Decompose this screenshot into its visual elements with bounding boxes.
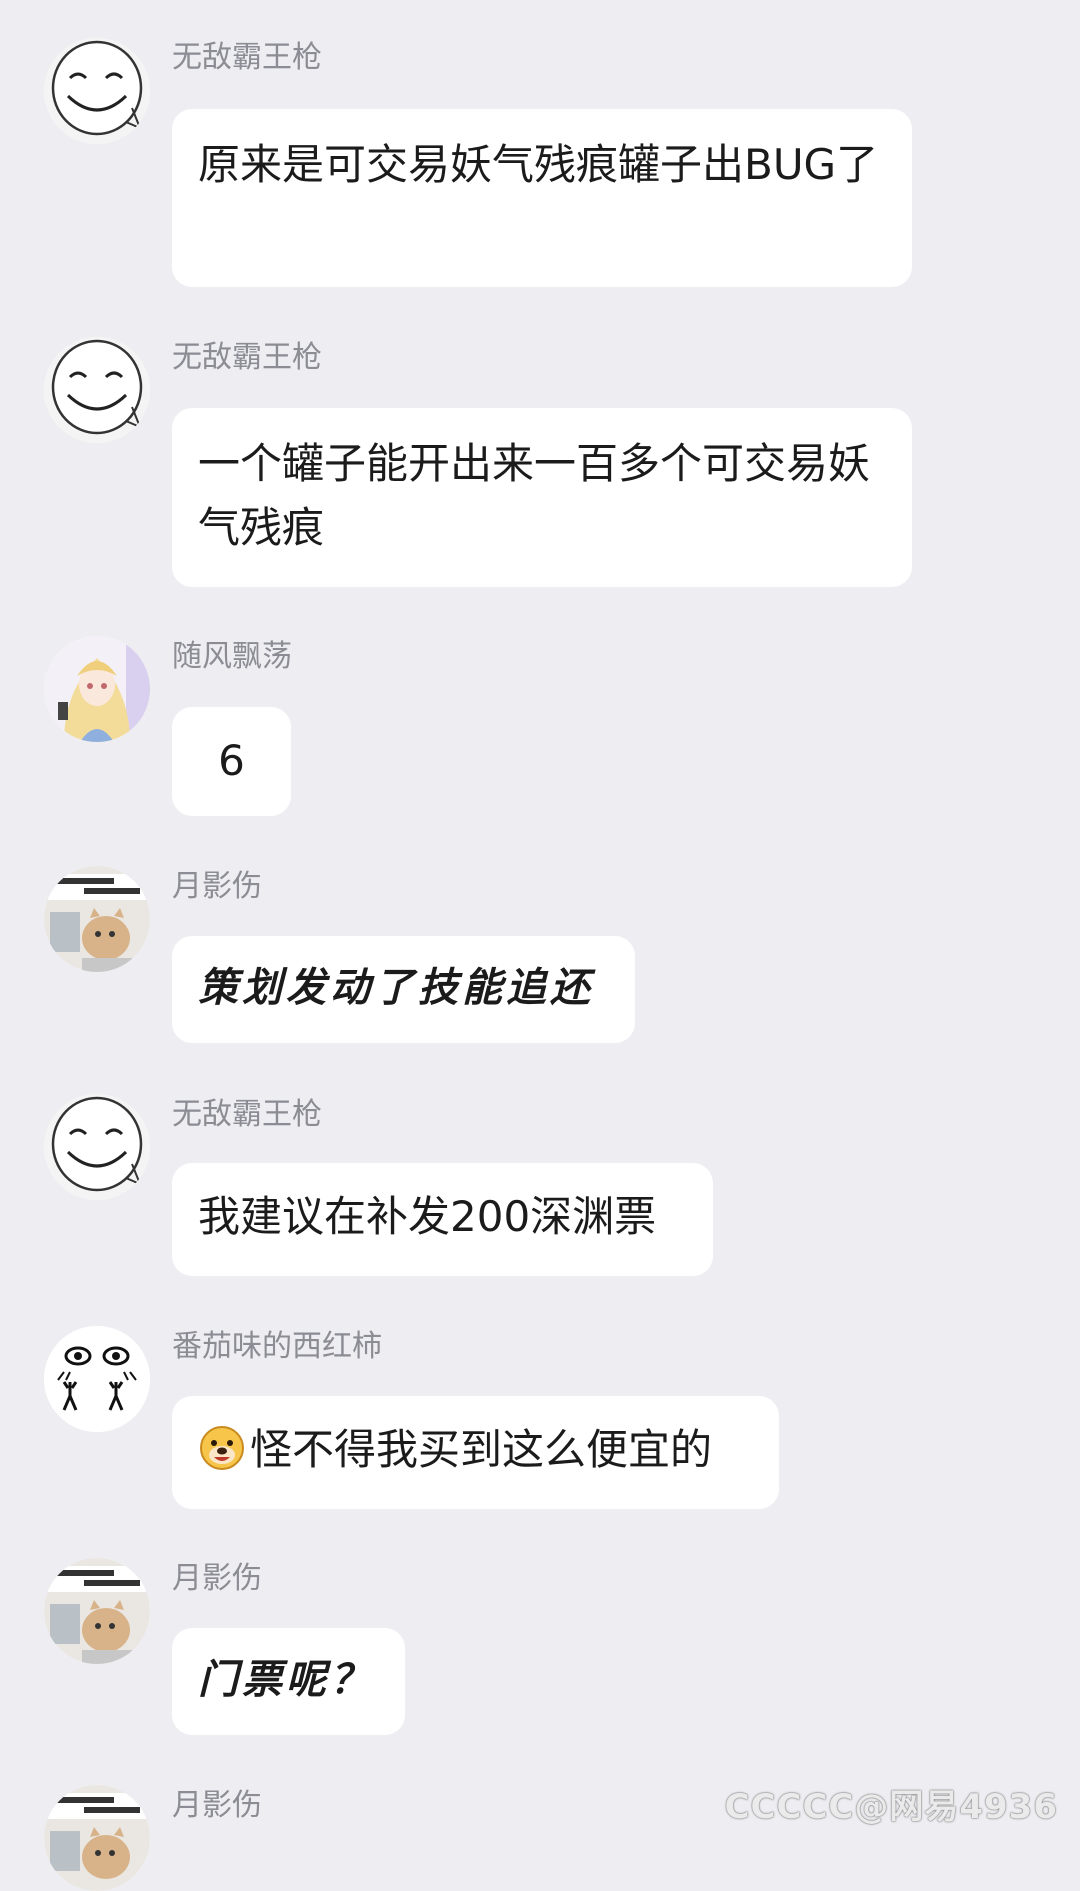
message-bubble[interactable]: 怪不得我买到这么便宜的 [172, 1396, 779, 1509]
sender-name: 月影伤 [172, 869, 262, 904]
user-avatar-cat-icon[interactable] [44, 1785, 150, 1891]
user-avatar-doodle-icon[interactable] [44, 1326, 150, 1432]
sender-name: 无敌霸王枪 [172, 1097, 322, 1132]
sender-name: 随风飘荡 [172, 639, 292, 674]
sender-name: 番茄味的西红柿 [172, 1329, 382, 1364]
sender-name: 月影伤 [172, 1788, 262, 1823]
user-avatar-cat-icon[interactable] [44, 866, 150, 972]
message-bubble[interactable]: 一个罐子能开出来一百多个可交易妖气残痕 [172, 408, 912, 587]
watermark: CCCCC@网易4936 [724, 1787, 1058, 1827]
message-bubble[interactable]: 我建议在补发200深渊票 [172, 1163, 713, 1276]
message-bubble[interactable]: 门票呢？ [172, 1628, 405, 1735]
user-avatar-cat-icon[interactable] [44, 1558, 150, 1664]
user-avatar-smiley-icon[interactable] [44, 38, 150, 144]
grinning-dog-emoji-icon [198, 1424, 246, 1472]
user-avatar-smiley-icon[interactable] [44, 1094, 150, 1200]
sender-name: 无敌霸王枪 [172, 340, 322, 375]
sender-name: 无敌霸王枪 [172, 40, 322, 75]
user-avatar-smiley-icon[interactable] [44, 337, 150, 443]
message-text: 怪不得我买到这么便宜的 [250, 1425, 713, 1474]
sender-name: 月影伤 [172, 1561, 262, 1596]
message-bubble[interactable]: 策划发动了技能追还 [172, 936, 635, 1043]
message-bubble[interactable]: 原来是可交易妖气残痕罐子出BUG了 [172, 109, 912, 287]
message-bubble[interactable]: 6 [172, 707, 291, 816]
user-avatar-anime-girl-icon[interactable] [44, 636, 150, 742]
